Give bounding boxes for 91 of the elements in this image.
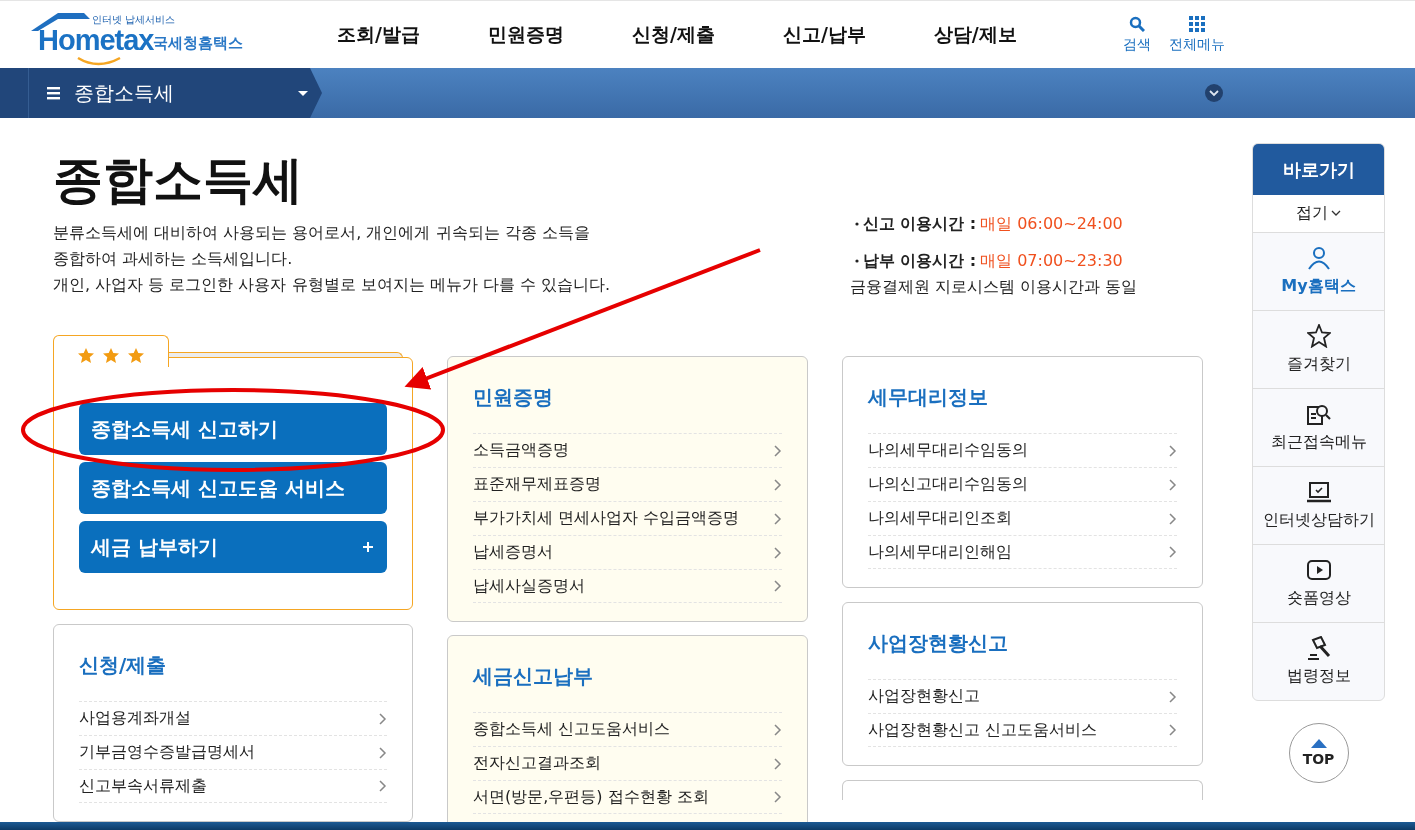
nav-link[interactable]: 민원증명: [487, 21, 564, 48]
bullet-icon: [854, 259, 859, 263]
page-title: 종합소득세: [53, 150, 304, 210]
hours-label: 신고 이용시간 :: [862, 213, 977, 235]
chevron-icon: [773, 545, 782, 560]
shortcut-button[interactable]: 종합소득세 신고도움 서비스: [79, 462, 387, 514]
chevron-icon: [1168, 443, 1177, 458]
hours-note: 금융결제원 지로시스템 이용시간과 동일: [849, 276, 1138, 298]
quick-menu-item[interactable]: My홈택스: [1253, 233, 1384, 311]
search-icon: [1128, 15, 1145, 32]
chevron-icon: [1168, 689, 1177, 704]
caret-icon: [298, 90, 308, 96]
shortcut-button[interactable]: 세금 납부하기: [79, 521, 387, 573]
menu-link[interactable]: 표준재무제표증명: [473, 467, 782, 501]
card-title: 신청/제출: [79, 652, 168, 679]
triangle-up-icon: [1310, 739, 1327, 748]
hours-value: 매일 07:00~23:30: [980, 250, 1123, 272]
logo-text: 국세청홈택스: [153, 33, 243, 53]
quick-menu-item[interactable]: 숏폼영상: [1253, 545, 1384, 623]
chevron-icon: [1168, 723, 1177, 737]
menu-icon: [47, 86, 60, 100]
card-title: 세무대리정보: [868, 384, 989, 411]
menu-link[interactable]: 소득금액증명: [473, 433, 782, 467]
menu-link[interactable]: 사업장현황신고: [868, 679, 1177, 713]
chevron-icon: [773, 722, 782, 737]
expand-icon: [1205, 84, 1223, 102]
card-title: 사업장현황신고: [868, 630, 1009, 657]
grid-icon: [1188, 15, 1205, 32]
menu-link[interactable]: 전자신고결과조회: [473, 746, 782, 780]
nav-link[interactable]: 상담/제보: [933, 21, 1017, 48]
quick-menu-item[interactable]: 인터넷상담하기: [1253, 467, 1384, 545]
chevron-icon: [773, 756, 782, 771]
chevron-icon: [378, 745, 387, 760]
menu-link[interactable]: 부가가치세 면세사업자 수입금액증명: [473, 501, 782, 535]
smile-swoosh-icon: [76, 55, 122, 68]
quick-menu-title: 바로가기: [1253, 144, 1384, 195]
card-title: 세금신고납부: [473, 663, 594, 690]
quick-menu-item[interactable]: 즐겨찾기: [1253, 311, 1384, 389]
quick-menu-item[interactable]: 법령정보: [1253, 623, 1384, 700]
card-title: 민원증명: [473, 384, 554, 411]
nav-link[interactable]: 신청/제출: [631, 21, 715, 48]
all-menu-button[interactable]: 전체메뉴: [1168, 15, 1225, 54]
shortcut-button[interactable]: 종합소득세 신고하기: [79, 403, 387, 455]
chevron-icon: [1168, 511, 1177, 526]
scroll-top-button[interactable]: TOP: [1288, 723, 1349, 783]
chevron-icon: [773, 443, 782, 458]
hours-label: 납부 이용시간 :: [862, 250, 977, 272]
description-text: 종합하여 과세하는 소득세입니다.: [53, 248, 294, 270]
document-search-icon: [1306, 402, 1331, 426]
star-icon: [78, 348, 94, 363]
menu-link[interactable]: 나의세무대리수임동의: [868, 433, 1177, 467]
menu-link[interactable]: 사업용계좌개설: [79, 701, 387, 735]
menu-link[interactable]: 나의신고대리수임동의: [868, 467, 1177, 501]
menu-link[interactable]: 납세증명서: [473, 535, 782, 569]
hours-value: 매일 06:00~24:00: [980, 213, 1123, 235]
chevron-icon: [773, 790, 782, 804]
chevron-icon: [1168, 477, 1177, 492]
chevron-icon: [1168, 545, 1177, 559]
menu-link[interactable]: 나의세무대리인해임: [868, 535, 1177, 569]
logo-tagline: 인터넷 납세서비스: [92, 13, 176, 25]
gavel-icon: [1306, 636, 1331, 660]
favorites-tab[interactable]: [53, 335, 169, 367]
play-icon: [1306, 558, 1331, 582]
star-icon: [128, 348, 144, 363]
menu-link[interactable]: 납세사실증명서: [473, 569, 782, 603]
menu-link[interactable]: 기부금영수증발급명세서: [79, 735, 387, 769]
chevron-icon: [773, 511, 782, 526]
menu-link[interactable]: 종합소득세 신고도움서비스: [473, 712, 782, 746]
chevron-icon: [378, 711, 387, 726]
bullet-icon: [854, 222, 859, 226]
search-button[interactable]: 검색: [1122, 15, 1151, 54]
menu-link[interactable]: 사업장현황신고 신고도움서비스: [868, 713, 1177, 747]
collapse-button[interactable]: 접기: [1253, 195, 1384, 233]
menu-link[interactable]: 서면(방문,우편등) 접수현황 조회: [473, 780, 782, 814]
user-icon: [1306, 246, 1331, 270]
star-outline-icon: [1306, 324, 1331, 348]
logo-wordmark: Hometax: [38, 25, 154, 55]
menu-link[interactable]: 나의세무대리인조회: [868, 501, 1177, 535]
description-text: 분류소득세에 대비하여 사용되는 용어로서, 개인에게 귀속되는 각종 소득을: [53, 222, 591, 244]
quick-menu-item[interactable]: 최근접속메뉴: [1253, 389, 1384, 467]
chevron-icon: [773, 477, 782, 492]
laptop-icon: [1306, 480, 1331, 504]
menu-selector[interactable]: 종합소득세: [0, 68, 322, 118]
chevron-icon: [773, 579, 782, 593]
nav-link[interactable]: 조회/발급: [337, 21, 420, 48]
chevron-down-icon: [1331, 210, 1341, 217]
star-icon: [103, 348, 119, 363]
menu-link[interactable]: 신고부속서류제출: [79, 769, 387, 803]
description-text: 개인, 사업자 등 로그인한 사용자 유형별로 보여지는 메뉴가 다를 수 있습니다.: [53, 274, 612, 296]
nav-link[interactable]: 신고/납부: [782, 21, 866, 48]
chevron-icon: [378, 779, 387, 793]
